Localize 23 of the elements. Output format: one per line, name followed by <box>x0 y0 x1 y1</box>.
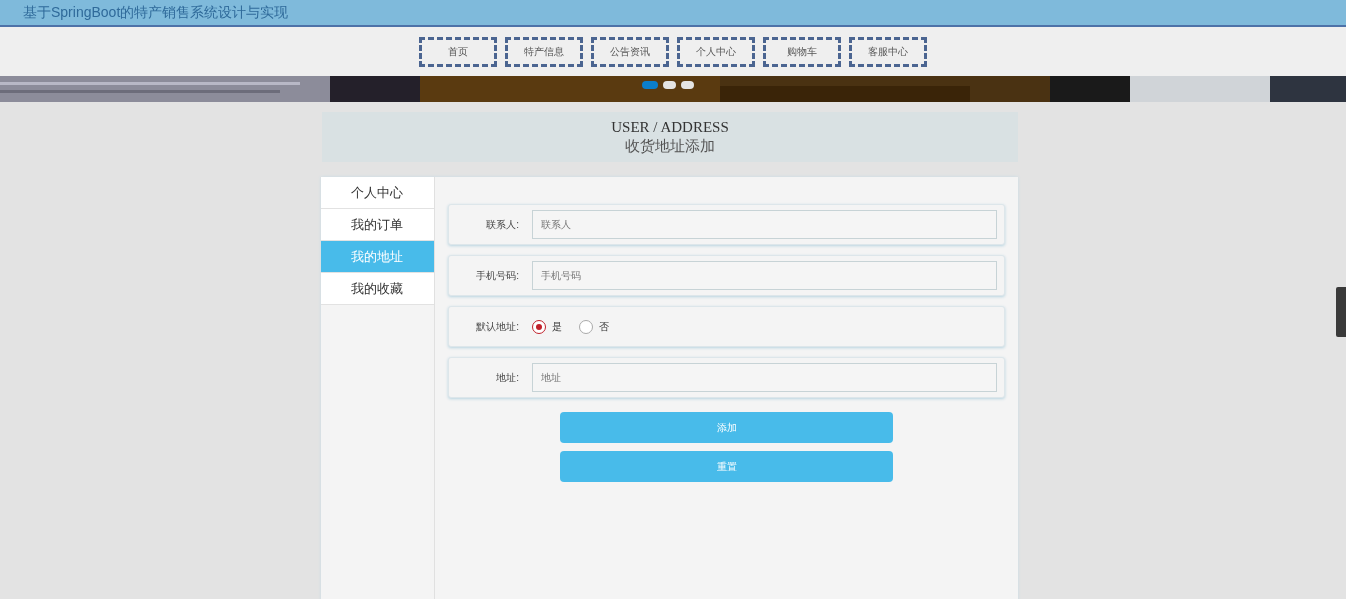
nav-link[interactable]: 首页 <box>419 36 497 67</box>
input-field[interactable]: 联系人 <box>532 210 997 239</box>
nav-link[interactable]: 公告资讯 <box>591 36 669 67</box>
radio-option[interactable]: 否 <box>579 319 609 334</box>
site-title: 基于SpringBoot的特产销售系统设计与实现 <box>23 3 289 22</box>
sidebar-item[interactable]: 我的收藏 <box>321 273 434 305</box>
field-label: 默认地址: <box>475 320 519 334</box>
page-title: 收货地址添加 <box>625 137 715 156</box>
nav-link[interactable]: 个人中心 <box>677 36 755 67</box>
input-field[interactable]: 手机号码 <box>532 261 997 290</box>
nav-link[interactable]: 特产信息 <box>505 36 583 67</box>
nav-link[interactable]: 客服中心 <box>849 36 927 67</box>
input-field[interactable]: 地址 <box>532 363 997 392</box>
sidebar-item[interactable]: 我的订单 <box>321 209 434 241</box>
field-label: 手机号码: <box>475 269 519 283</box>
radio-button[interactable] <box>579 319 593 334</box>
radio-button[interactable] <box>532 319 546 334</box>
page-title-english: USER / ADDRESS <box>611 118 729 136</box>
nav-link[interactable]: 购物车 <box>763 36 841 67</box>
radio-option[interactable]: 是 <box>532 319 562 334</box>
sidebar-item[interactable]: 个人中心 <box>321 177 434 209</box>
field-label: 联系人: <box>485 218 519 232</box>
field-label: 地址: <box>495 371 519 385</box>
